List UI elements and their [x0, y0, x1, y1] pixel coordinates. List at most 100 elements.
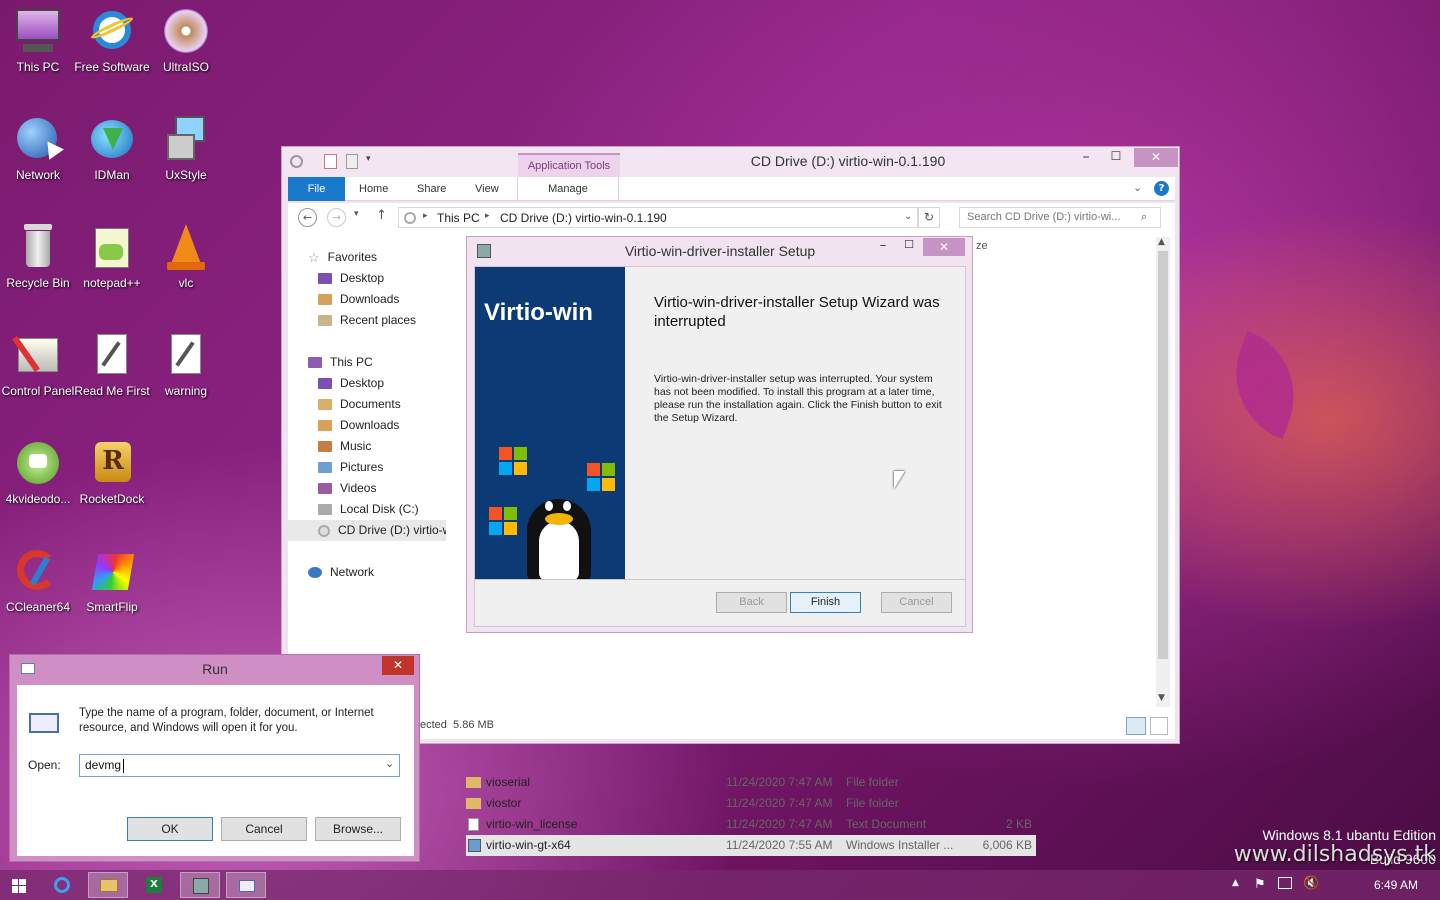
- quick-access-toolbar[interactable]: ▾: [290, 154, 386, 170]
- search-icon[interactable]: ⌕: [1141, 210, 1147, 224]
- close-button[interactable]: ✕: [923, 238, 965, 256]
- desktop-icon-ccleaner[interactable]: CCleaner64: [0, 546, 76, 615]
- nav-favorites[interactable]: ☆ Favorites: [308, 247, 377, 268]
- details-view-icon[interactable]: [1126, 717, 1146, 735]
- file-row[interactable]: viostor 11/24/2020 7:47 AM File folder: [466, 793, 1036, 814]
- address-dropdown-icon[interactable]: ⌄: [904, 211, 912, 222]
- setup-titlebar[interactable]: Virtio-win-driver-installer Setup – ☐ ✕: [467, 237, 972, 266]
- search-box[interactable]: Search CD Drive (D:) virtio-wi... ⌕: [959, 207, 1161, 228]
- volume-muted-icon[interactable]: 🔇: [1303, 876, 1319, 891]
- desktop-icon-free-software[interactable]: Free Software: [74, 6, 150, 75]
- tab-view[interactable]: View: [475, 177, 499, 201]
- folder-icon[interactable]: [346, 154, 358, 169]
- uxstyle-icon: [161, 114, 211, 164]
- nav-pc-downloads[interactable]: Downloads: [318, 415, 399, 436]
- desktop-icon-idman[interactable]: IDMan: [74, 114, 150, 183]
- refresh-button[interactable]: ↻: [918, 207, 940, 228]
- file-row[interactable]: vioserial 11/24/2020 7:47 AM File folder: [466, 772, 1036, 793]
- nav-pc-cd-drive[interactable]: CD Drive (D:) virtio-w: [288, 520, 446, 541]
- scrollbar-thumb[interactable]: [1158, 251, 1168, 659]
- search-input[interactable]: Search CD Drive (D:) virtio-wi...: [967, 211, 1120, 223]
- nav-network[interactable]: Network: [308, 562, 374, 583]
- nav-pc-music[interactable]: Music: [318, 436, 371, 457]
- open-input[interactable]: devmg: [85, 758, 121, 772]
- run-dialog[interactable]: Run ✕ Type the name of a program, folder…: [9, 654, 420, 862]
- vertical-scrollbar[interactable]: ▲ ▼: [1156, 237, 1170, 707]
- desktop-icon-this-pc[interactable]: This PC: [0, 6, 76, 75]
- network-icon: [308, 567, 322, 579]
- desktop-icon-read-me-first[interactable]: Read Me First: [74, 330, 150, 399]
- up-arrow-icon[interactable]: ↑: [376, 208, 387, 223]
- desktop-icon-network[interactable]: Network: [0, 114, 76, 183]
- open-combobox[interactable]: devmg ⌄: [79, 754, 400, 777]
- back-button[interactable]: Back: [716, 592, 787, 613]
- close-button[interactable]: ✕: [1134, 148, 1178, 167]
- nav-pc-desktop[interactable]: Desktop: [318, 373, 384, 394]
- desktop-icon-smartflip[interactable]: SmartFlip: [74, 546, 150, 615]
- desktop-icon-ultraiso[interactable]: UltraISO: [148, 6, 224, 75]
- nav-fav-desktop[interactable]: Desktop: [318, 268, 384, 289]
- new-folder-icon[interactable]: [324, 154, 337, 169]
- nav-pc-pictures[interactable]: Pictures: [318, 457, 383, 478]
- nav-fav-downloads[interactable]: Downloads: [318, 289, 399, 310]
- minimize-button[interactable]: –: [873, 238, 893, 258]
- tab-share[interactable]: Share: [417, 177, 446, 201]
- setup-wizard-dialog[interactable]: Virtio-win-driver-installer Setup – ☐ ✕ …: [466, 236, 973, 633]
- large-icons-view-icon[interactable]: [1150, 717, 1168, 735]
- properties-icon[interactable]: [290, 155, 303, 168]
- help-icon[interactable]: ?: [1154, 181, 1169, 196]
- internet-explorer-icon: [87, 6, 137, 56]
- back-arrow-icon[interactable]: ←: [298, 208, 317, 227]
- customize-dropdown-icon[interactable]: ▾: [366, 154, 371, 164]
- clock[interactable]: 6:49 AM: [1360, 878, 1432, 892]
- desktop-icon-notepad-plus-plus[interactable]: notepad++: [74, 222, 150, 291]
- nav-pc-local-disk[interactable]: Local Disk (C:): [318, 499, 419, 520]
- cancel-button[interactable]: Cancel: [221, 817, 307, 841]
- scroll-up-icon[interactable]: ▲: [1158, 237, 1165, 247]
- file-row-selected[interactable]: virtio-win-gt-x64 11/24/2020 7:55 AM Win…: [466, 835, 1036, 856]
- nav-this-pc[interactable]: This PC: [308, 352, 373, 373]
- ok-button[interactable]: OK: [127, 817, 213, 841]
- maximize-button[interactable]: ☐: [1104, 149, 1128, 169]
- cancel-button[interactable]: Cancel: [881, 592, 952, 613]
- text-document-icon: [468, 818, 479, 831]
- nav-fav-recent-places[interactable]: Recent places: [318, 310, 416, 331]
- address-bar[interactable]: ▸ This PC ▸ CD Drive (D:) virtio-win-0.1…: [398, 207, 918, 228]
- taskbar-excel[interactable]: X: [134, 872, 174, 898]
- dropdown-arrow-icon[interactable]: ⌄: [385, 757, 394, 770]
- explorer-titlebar[interactable]: ▾ Application Tools CD Drive (D:) virtio…: [282, 147, 1179, 177]
- browse-button[interactable]: Browse...: [315, 817, 401, 841]
- forward-arrow-icon[interactable]: →: [327, 208, 346, 227]
- desktop-icon-recycle-bin[interactable]: Recycle Bin: [0, 222, 76, 291]
- network-status-icon[interactable]: [1278, 877, 1292, 889]
- finish-button[interactable]: Finish: [790, 592, 861, 613]
- maximize-button[interactable]: ☐: [899, 238, 919, 258]
- desktop-icon-4kvideodownloader[interactable]: 4kvideodo...: [0, 438, 76, 507]
- close-button[interactable]: ✕: [382, 656, 414, 675]
- scroll-down-icon[interactable]: ▼: [1158, 693, 1165, 703]
- desktop-icon-vlc[interactable]: vlc: [148, 222, 224, 291]
- ribbon-expand-icon[interactable]: ⌄: [1133, 181, 1142, 194]
- desktop-icon-control-panel[interactable]: Control Panel: [0, 330, 76, 399]
- tab-manage[interactable]: Manage: [517, 177, 619, 201]
- nav-pc-documents[interactable]: Documents: [318, 394, 401, 415]
- taskbar-internet-explorer[interactable]: [42, 872, 82, 898]
- action-center-flag-icon[interactable]: ⚑: [1254, 877, 1266, 892]
- taskbar-file-explorer[interactable]: [88, 872, 128, 898]
- desktop-icon-uxstyle[interactable]: UxStyle: [148, 114, 224, 183]
- desktop-icon-warning[interactable]: warning: [148, 330, 224, 399]
- tab-file[interactable]: File: [288, 177, 345, 201]
- file-row[interactable]: virtio-win_license 11/24/2020 7:47 AM Te…: [466, 814, 1036, 835]
- recent-locations-icon[interactable]: ▾: [354, 209, 359, 219]
- breadcrumb-this-pc[interactable]: This PC: [437, 211, 480, 225]
- breadcrumb-cd-drive[interactable]: CD Drive (D:) virtio-win-0.1.190: [500, 211, 667, 225]
- taskbar-run[interactable]: [226, 872, 266, 898]
- show-hidden-icons[interactable]: ▲: [1232, 878, 1239, 888]
- minimize-button[interactable]: –: [1074, 149, 1098, 169]
- start-button[interactable]: [0, 872, 38, 898]
- taskbar-installer[interactable]: [180, 872, 220, 898]
- nav-pc-videos[interactable]: Videos: [318, 478, 376, 499]
- tab-home[interactable]: Home: [359, 177, 388, 201]
- desktop-icon-rocketdock[interactable]: R RocketDock: [74, 438, 150, 507]
- column-header-size[interactable]: ze: [976, 240, 988, 252]
